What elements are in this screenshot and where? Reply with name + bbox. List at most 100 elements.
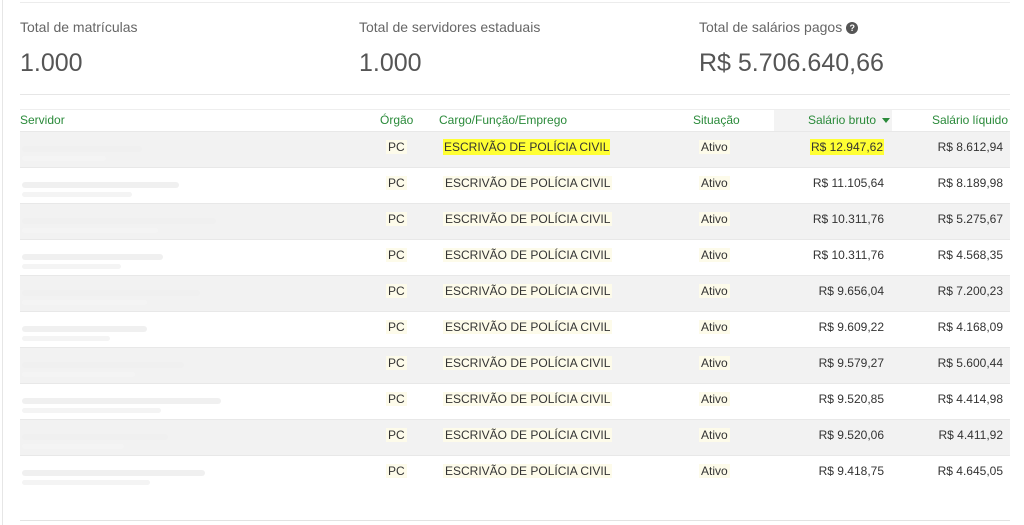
table-row[interactable]: PC ESCRIVÃO DE POLÍCIA CIVIL Ativo R$ 9.418…: [20, 455, 1010, 491]
table-row[interactable]: PC ESCRIVÃO DE POLÍCIA CIVIL Ativo R$ 11.10…: [20, 167, 1010, 203]
cell-cargo: ESCRIVÃO DE POLÍCIA CIVIL: [443, 312, 613, 347]
cell-salario-bruto-text: R$ 9.418,75: [818, 464, 884, 478]
cell-salario-liquido: R$ 8.189,98: [900, 168, 1003, 203]
page-border: [2, 0, 3, 525]
servidor-name-redacted: [22, 312, 147, 347]
th-servidor[interactable]: Servidor: [20, 110, 65, 132]
cell-orgao: PC: [386, 204, 407, 239]
cell-salario-bruto-text: R$ 10.311,76: [812, 212, 884, 226]
table-row[interactable]: PC ESCRIVÃO DE POLÍCIA CIVIL Ativo R$ 9.579…: [20, 347, 1010, 383]
cell-salario-liquido-text: R$ 8.612,94: [937, 140, 1003, 154]
cell-salario-bruto: R$ 9.520,06: [780, 420, 884, 455]
th-salario-liquido[interactable]: Salário líquido: [900, 110, 1008, 132]
cell-cargo: ESCRIVÃO DE POLÍCIA CIVIL: [443, 456, 613, 491]
cell-salario-liquido-text: R$ 8.189,98: [937, 176, 1003, 190]
cell-orgao-text: PC: [386, 320, 407, 334]
cell-cargo: ESCRIVÃO DE POLÍCIA CIVIL: [443, 384, 613, 419]
cell-orgao-text: PC: [386, 140, 407, 154]
cell-cargo-text: ESCRIVÃO DE POLÍCIA CIVIL: [443, 284, 613, 298]
servidor-name-redacted: [22, 132, 142, 167]
cell-salario-liquido: R$ 5.600,44: [900, 348, 1003, 383]
th-situacao[interactable]: Situação: [693, 110, 740, 132]
cell-cargo-text: ESCRIVÃO DE POLÍCIA CIVIL: [443, 464, 613, 478]
cell-cargo: ESCRIVÃO DE POLÍCIA CIVIL: [443, 420, 613, 455]
cell-cargo-text: ESCRIVÃO DE POLÍCIA CIVIL: [443, 392, 613, 406]
cell-orgao-text: PC: [386, 212, 407, 226]
table-row[interactable]: PC ESCRIVÃO DE POLÍCIA CIVIL Ativo R$ 9.656…: [20, 275, 1010, 311]
cell-cargo: ESCRIVÃO DE POLÍCIA CIVIL: [443, 348, 613, 383]
servidor-name-redacted: [22, 168, 179, 203]
stats-divider: [20, 94, 1010, 95]
th-cargo[interactable]: Cargo/Função/Emprego: [439, 110, 567, 132]
cell-salario-liquido: R$ 7.200,23: [900, 276, 1003, 311]
cell-salario-liquido: R$ 4.568,35: [900, 240, 1003, 275]
table-row[interactable]: PC ESCRIVÃO DE POLÍCIA CIVIL Ativo R$ 12.94…: [20, 131, 1010, 167]
cell-situacao-text: Ativo: [699, 356, 730, 370]
table-row[interactable]: PC ESCRIVÃO DE POLÍCIA CIVIL Ativo R$ 9.520…: [20, 383, 1010, 419]
cell-orgao: PC: [386, 456, 407, 491]
cell-situacao-text: Ativo: [699, 284, 730, 298]
cell-orgao: PC: [386, 276, 407, 311]
servidor-name-redacted: [22, 456, 205, 491]
cell-cargo-text: ESCRIVÃO DE POLÍCIA CIVIL: [443, 320, 613, 334]
question-circle-icon[interactable]: ?: [846, 22, 859, 34]
stat-servidores-label: Total de servidores estaduais: [359, 19, 541, 35]
stat-salarios-value: R$ 5.706.640,66: [699, 49, 884, 77]
table-row[interactable]: PC ESCRIVÃO DE POLÍCIA CIVIL Ativo R$ 10.31…: [20, 239, 1010, 275]
cell-cargo: ESCRIVÃO DE POLÍCIA CIVIL: [443, 240, 613, 275]
cell-salario-liquido: R$ 5.275,67: [900, 204, 1003, 239]
cell-situacao: Ativo: [699, 276, 730, 311]
cell-salario-liquido: R$ 8.612,94: [900, 132, 1003, 167]
servidor-name-redacted: [22, 420, 168, 455]
cell-salario-bruto: R$ 9.609,22: [780, 312, 884, 347]
stat-servidores: Total de servidores estaduais 1.000: [359, 18, 540, 78]
cell-situacao-text: Ativo: [699, 320, 730, 334]
cell-orgao: PC: [386, 168, 407, 203]
cell-orgao-text: PC: [386, 464, 407, 478]
servidor-name-redacted: [22, 348, 184, 383]
th-salario-bruto[interactable]: Salário bruto: [774, 110, 892, 132]
cell-cargo: ESCRIVÃO DE POLÍCIA CIVIL: [443, 168, 613, 203]
cell-situacao-text: Ativo: [699, 392, 730, 406]
cell-orgao: PC: [386, 240, 407, 275]
table-row[interactable]: PC ESCRIVÃO DE POLÍCIA CIVIL Ativo R$ 9.520…: [20, 419, 1010, 455]
th-salario-bruto-label: Salário bruto: [807, 113, 876, 127]
cell-salario-liquido-text: R$ 4.645,05: [937, 464, 1003, 478]
cell-orgao: PC: [386, 348, 407, 383]
cell-salario-liquido: R$ 4.414,98: [900, 384, 1003, 419]
stat-salarios-header: Total de salários pagos?: [699, 18, 884, 36]
cell-salario-bruto-text: R$ 9.579,27: [818, 356, 884, 370]
cell-situacao: Ativo: [699, 384, 730, 419]
servidor-name-redacted: [22, 384, 221, 419]
cell-cargo: ESCRIVÃO DE POLÍCIA CIVIL: [443, 276, 613, 311]
table-row[interactable]: PC ESCRIVÃO DE POLÍCIA CIVIL Ativo R$ 9.609…: [20, 311, 1010, 347]
cell-orgao-text: PC: [386, 248, 407, 262]
cell-cargo-text: ESCRIVÃO DE POLÍCIA CIVIL: [443, 139, 611, 155]
cell-orgao: PC: [386, 420, 407, 455]
cell-orgao-text: PC: [386, 356, 407, 370]
th-orgao[interactable]: Órgão: [380, 110, 413, 132]
stat-matriculas: Total de matrículas 1.000: [20, 18, 138, 78]
cell-situacao: Ativo: [699, 348, 730, 383]
cell-cargo: ESCRIVÃO DE POLÍCIA CIVIL: [443, 132, 611, 167]
cell-situacao-text: Ativo: [699, 248, 730, 262]
cell-orgao-text: PC: [386, 428, 407, 442]
cell-salario-bruto: R$ 9.656,04: [780, 276, 884, 311]
servidor-name-redacted: [22, 276, 200, 311]
cell-cargo-text: ESCRIVÃO DE POLÍCIA CIVIL: [443, 212, 613, 226]
servidor-name-redacted: [22, 240, 163, 275]
cell-salario-bruto-text: R$ 11.105,64: [812, 176, 884, 190]
cell-situacao: Ativo: [699, 132, 730, 167]
cell-salario-bruto: R$ 9.520,85: [780, 384, 884, 419]
table-row[interactable]: PC ESCRIVÃO DE POLÍCIA CIVIL Ativo R$ 10.31…: [20, 203, 1010, 239]
cell-salario-bruto-text: R$ 10.311,76: [812, 248, 884, 262]
cell-salario-bruto: R$ 12.947,62: [780, 132, 884, 167]
cell-situacao-text: Ativo: [699, 140, 730, 154]
cell-salario-bruto-text: R$ 9.609,22: [818, 320, 884, 334]
cell-situacao-text: Ativo: [699, 428, 730, 442]
cell-situacao-text: Ativo: [699, 176, 730, 190]
table-header: Servidor Órgão Cargo/Função/Emprego Situ…: [20, 110, 1010, 132]
cell-salario-bruto-text: R$ 12.947,62: [809, 139, 884, 155]
stat-matriculas-value: 1.000: [20, 49, 83, 77]
cell-salario-bruto: R$ 11.105,64: [780, 168, 884, 203]
